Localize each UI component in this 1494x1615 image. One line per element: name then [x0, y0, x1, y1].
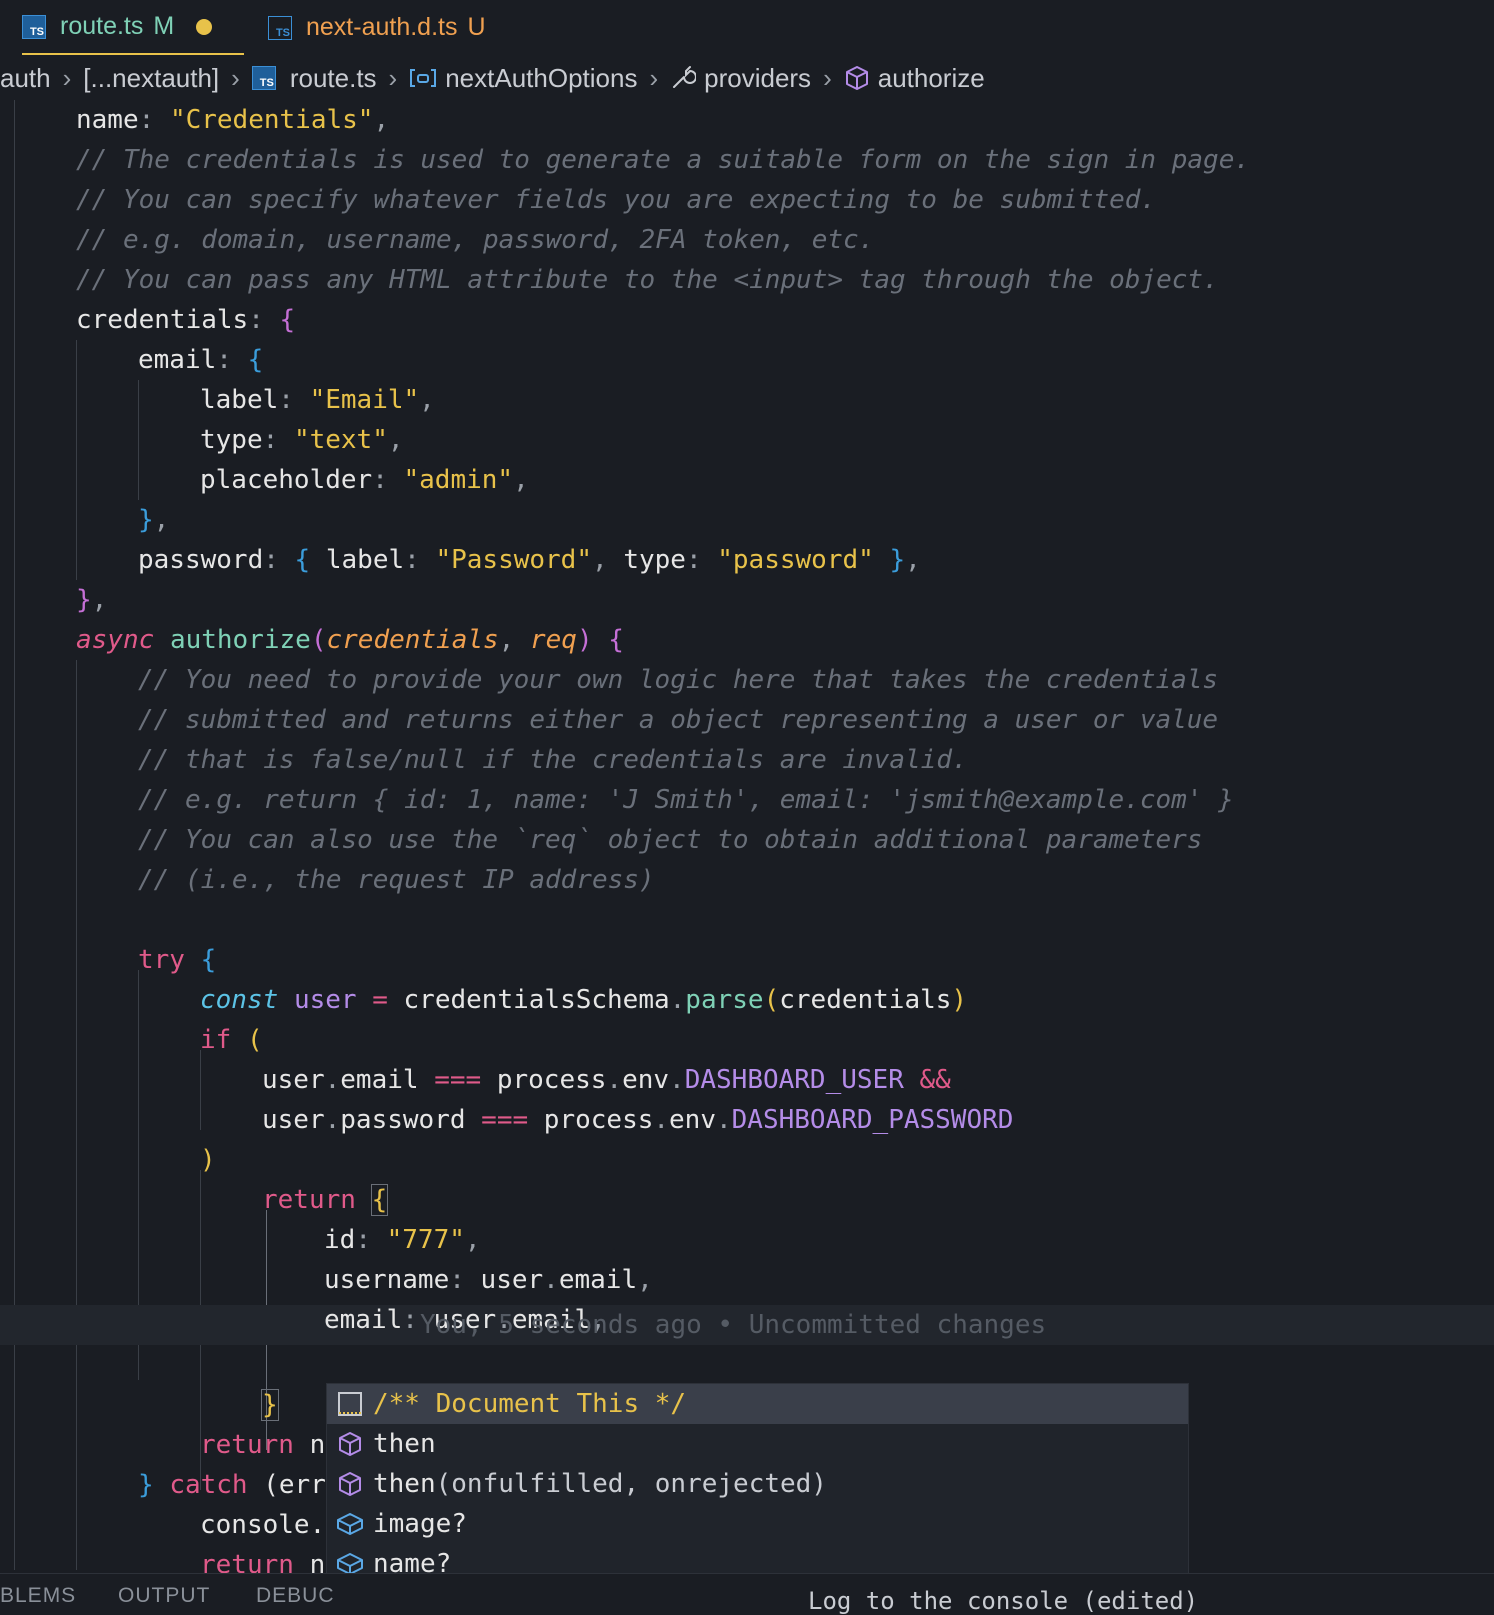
tab-bar: TS route.ts M TS next-auth.d.ts U	[0, 0, 1494, 55]
field-icon	[335, 1509, 365, 1539]
method-icon	[335, 1469, 365, 1499]
tab-next-auth-d-ts[interactable]: TS next-auth.d.ts U	[268, 0, 486, 55]
code-line: name: "Credentials",	[76, 105, 390, 135]
chevron-right-icon: ›	[388, 62, 398, 93]
wrench-icon	[670, 65, 697, 91]
modified-dot-icon[interactable]	[196, 18, 213, 35]
code-line: label: "Email",	[200, 385, 435, 415]
suggest-detail: (onfulfilled, onrejected)	[435, 1469, 827, 1499]
code-line: credentials: {	[76, 305, 296, 335]
suggest-item[interactable]: /** Document This */	[327, 1384, 1188, 1424]
code-comment: // e.g. return { id: 1, name: 'J Smith',…	[138, 785, 1234, 815]
suggest-label: /** Document This */	[373, 1389, 687, 1419]
chevron-right-icon: ›	[62, 62, 72, 93]
code-line: }	[261, 1389, 279, 1421]
code-line: try {	[138, 945, 217, 975]
indent-guide	[200, 1050, 201, 1130]
code-line: },	[138, 505, 170, 535]
suggest-detail-text: Log to the console (edited)	[808, 1587, 1199, 1615]
breadcrumb: auth › [...nextauth] › TS route.ts › nex…	[0, 56, 1494, 100]
tab-label: next-auth.d.ts	[306, 13, 458, 41]
indent-guide	[76, 340, 77, 580]
code-line: password: { label: "Password", type: "pa…	[138, 545, 921, 575]
code-comment: // (i.e., the request IP address)	[138, 865, 655, 895]
indent-guide	[76, 660, 77, 1570]
suggest-item[interactable]: image?	[327, 1504, 1188, 1544]
variable-icon	[409, 67, 437, 89]
tab-status: U	[467, 13, 486, 41]
code-comment: // that is false/null if the credentials…	[138, 745, 968, 775]
ts-icon: TS	[22, 14, 46, 39]
code-line: )	[200, 1145, 216, 1175]
code-comment: // You can pass any HTML attribute to th…	[76, 265, 1219, 295]
breadcrumb-item[interactable]: nextAuthOptions	[445, 63, 637, 94]
code-line: const user = credentialsSchema.parse(cre…	[200, 985, 968, 1015]
panel-tab-problems[interactable]: BLEMS	[0, 1584, 76, 1608]
tab-status: M	[153, 12, 175, 40]
code-comment: // You can also use the `req` object to …	[138, 825, 1203, 855]
suggest-label: then	[373, 1469, 436, 1499]
indent-guide	[138, 380, 139, 500]
breadcrumb-item[interactable]: route.ts	[290, 63, 377, 94]
code-line: } catch (err	[138, 1470, 326, 1500]
tab-label: route.ts	[60, 12, 144, 40]
ts-icon: TS	[251, 66, 282, 90]
code-line: placeholder: "admin",	[200, 465, 529, 495]
bottom-panel: BLEMS OUTPUT DEBUC	[0, 1573, 1494, 1614]
git-blame-annotation: You, 5 seconds ago • Uncommitted changes	[420, 1310, 1047, 1340]
panel-tab-debug[interactable]: DEBUC	[256, 1584, 335, 1608]
code-line: user.password === process.env.DASHBOARD_…	[262, 1105, 1014, 1135]
code-comment: // The credentials is used to generate a…	[76, 145, 1250, 175]
code-comment: // submitted and returns either a object…	[138, 705, 1219, 735]
suggest-label: then	[373, 1429, 436, 1459]
code-comment: // e.g. domain, username, password, 2FA …	[76, 225, 875, 255]
method-icon	[335, 1429, 365, 1459]
suggest-label: image?	[373, 1509, 467, 1539]
indent-guide	[14, 100, 15, 1570]
ts-icon: TS	[268, 15, 292, 40]
breadcrumb-item[interactable]: auth	[0, 63, 51, 94]
code-line: async authorize(credentials, req) {	[76, 625, 624, 655]
code-comment: // You can specify whatever fields you a…	[76, 185, 1157, 215]
breadcrumb-item[interactable]: authorize	[878, 63, 985, 94]
code-line: user.email === process.env.DASHBOARD_USE…	[262, 1065, 951, 1095]
chevron-right-icon: ›	[823, 62, 832, 93]
breadcrumb-item[interactable]: providers	[704, 63, 811, 94]
chevron-right-icon: ›	[649, 62, 659, 93]
suggest-item[interactable]: then	[327, 1424, 1188, 1464]
snippet-icon	[335, 1389, 365, 1419]
chevron-right-icon: ›	[231, 62, 240, 93]
breadcrumb-item[interactable]: [...nextauth]	[83, 63, 219, 94]
suggest-item[interactable]: then (onfulfilled, onrejected)	[327, 1464, 1188, 1504]
code-line: id: "777",	[324, 1225, 481, 1255]
code-line: console.	[200, 1510, 326, 1540]
code-comment: // You need to provide your own logic he…	[138, 665, 1219, 695]
code-line: type: "text",	[200, 425, 404, 455]
tab-route-ts[interactable]: TS route.ts M	[22, 0, 244, 55]
code-line: username: user.email,	[324, 1265, 653, 1295]
cube-icon	[844, 65, 870, 91]
panel-tab-output[interactable]: OUTPUT	[118, 1584, 210, 1608]
code-line: },	[76, 585, 108, 615]
code-line: email: {	[138, 345, 264, 375]
code-line: return n	[200, 1430, 326, 1460]
code-line: return {	[262, 1184, 389, 1216]
code-line: if (	[200, 1025, 263, 1055]
